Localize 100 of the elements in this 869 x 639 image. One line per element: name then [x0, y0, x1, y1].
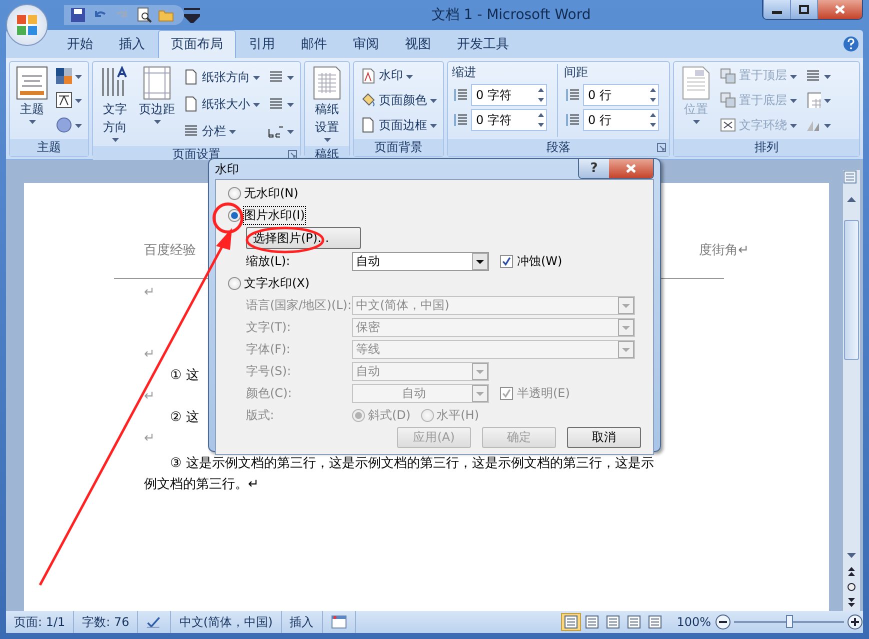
checkbox[interactable] [500, 254, 513, 268]
checkbox-label[interactable]: 冲蚀(W) [517, 252, 562, 270]
text-wrap-icon [720, 117, 736, 134]
group-label: 段落 [546, 139, 570, 156]
spinner-arrows-icon[interactable] [536, 111, 546, 129]
margins-icon [141, 66, 173, 100]
dialog-title: 水印 [215, 160, 239, 178]
ribbon-tab[interactable]: 开始 [54, 30, 106, 58]
save-icon[interactable] [70, 7, 86, 23]
print-preview-icon[interactable] [136, 7, 152, 23]
minimize-button[interactable] [763, 0, 790, 19]
ribbon-button[interactable]: 纸张方向 [181, 68, 262, 86]
zoom-in-icon[interactable] [847, 614, 863, 630]
grid-page-icon [311, 66, 343, 100]
dropdown-caret-icon [28, 120, 36, 124]
ribbon-button[interactable]: 稿纸设置 [309, 64, 345, 144]
radio-button[interactable]: 文字水印(X) [228, 274, 310, 292]
close-button[interactable] [817, 0, 862, 19]
field-label: 字体(F): [245, 340, 292, 358]
field-label: 字号(S): [245, 362, 292, 380]
zoom-out-icon[interactable] [715, 614, 731, 630]
radio-button[interactable]: 无水印(N) [228, 184, 298, 202]
ribbon-tab[interactable]: 开发工具 [444, 30, 522, 58]
field-label: 文字(T): [245, 318, 292, 336]
dialog-launcher-icon[interactable] [288, 150, 297, 159]
dropdown-caret-icon [287, 103, 294, 107]
office-button[interactable] [6, 4, 48, 46]
dropdown-caret-icon [406, 74, 413, 79]
ribbon-button[interactable]: 页面颜色 [358, 90, 439, 110]
dropdown-caret-icon [824, 99, 831, 104]
spinner-arrows-icon[interactable] [648, 111, 658, 129]
dropdown-caret-icon [790, 99, 797, 104]
ribbon-tab[interactable]: 邮件 [288, 30, 340, 58]
zoom-slider-thumb[interactable] [786, 615, 793, 628]
dropdown-caret-icon [692, 120, 700, 124]
dropdown-caret-icon [112, 138, 118, 142]
close-button[interactable] [609, 159, 653, 178]
view-button[interactable] [560, 613, 581, 631]
ribbon-button[interactable]: 文字方向 [97, 64, 133, 144]
spinner-field[interactable]: 0 字符 [471, 109, 547, 131]
reading-layout-icon [584, 615, 600, 629]
ribbon-button[interactable]: 页面边框 [358, 116, 439, 135]
spacing-icon [564, 87, 580, 103]
group-label: 排列 [754, 139, 778, 156]
print-layout-icon [562, 615, 579, 629]
dropdown-caret-icon [75, 74, 82, 79]
scrollbar-thumb[interactable] [844, 220, 859, 360]
dialog-launcher-icon[interactable] [657, 143, 666, 152]
dropdown-caret-icon [324, 138, 330, 142]
spinner-field[interactable]: 0 字符 [471, 84, 547, 106]
vertical-scrollbar[interactable] [843, 170, 860, 611]
zoom-level[interactable]: 100% [672, 615, 715, 629]
dropdown-field[interactable]: 自动 [352, 252, 489, 270]
group-label: 主题 [37, 139, 61, 156]
ribbon-tab[interactable]: 页面布局 [158, 30, 236, 58]
maximize-button[interactable] [790, 0, 817, 19]
dropdown-caret-icon [253, 103, 260, 107]
office-logo-icon [15, 13, 39, 37]
page-icon [680, 66, 712, 100]
dropdown-caret-icon [75, 99, 82, 104]
customize-caret-icon[interactable] [184, 7, 200, 23]
ribbon-tab[interactable]: 引用 [236, 30, 288, 58]
dropdown-caret-icon [253, 76, 260, 80]
dropdown-caret-icon [790, 124, 797, 128]
ribbon-button[interactable]: 水印 [358, 66, 439, 86]
status-text[interactable]: 插入 [282, 611, 323, 633]
ribbon-icon-button[interactable] [54, 66, 84, 85]
close-icon [835, 5, 845, 14]
spinner-field[interactable]: 0 行 [583, 84, 659, 106]
dropdown-caret-icon [287, 76, 294, 80]
spinner-arrows-icon[interactable] [536, 86, 546, 104]
ribbon-icon-button[interactable] [54, 91, 84, 110]
dialog-button[interactable]: 取消 [567, 427, 641, 448]
ribbon-button[interactable]: 分栏 [181, 122, 262, 140]
ribbon-button[interactable]: 主题 [14, 64, 50, 137]
group-label: 页面背景 [374, 139, 422, 156]
ribbon-tab[interactable]: 视图 [392, 30, 444, 58]
spinner-field[interactable]: 0 行 [583, 109, 659, 131]
window-title: 文档 1 - Microsoft Word [430, 6, 592, 24]
dropdown-caret-icon [75, 124, 82, 128]
header-text: 百度经验 [144, 242, 196, 260]
color-swatch-icon [56, 68, 72, 84]
ribbon-button[interactable]: 纸张大小 [181, 94, 262, 114]
status-text: 页面: 1/1 [6, 611, 74, 633]
radio-button[interactable]: 图片水印(I) [228, 206, 305, 224]
dropdown-caret-icon [287, 130, 294, 134]
ribbon-tab[interactable]: 审阅 [340, 30, 392, 58]
macro-record-icon[interactable] [330, 614, 347, 630]
ruler-toggle-icon[interactable] [843, 170, 857, 184]
paragraph-text: ② 这 [170, 410, 199, 425]
ribbon-tab[interactable]: 插入 [106, 30, 158, 58]
circle-icon [56, 117, 72, 134]
status-text[interactable]: 中文(简体，中国) [171, 611, 282, 633]
help-button[interactable]: ? [579, 159, 609, 178]
web-layout-icon [604, 615, 621, 629]
help-icon[interactable] [843, 36, 859, 52]
proofing-check-icon[interactable] [146, 614, 162, 630]
dropdown-caret-icon [824, 124, 831, 128]
spinner-arrows-icon[interactable] [648, 86, 658, 104]
ribbon-button[interactable]: 页边距 [137, 64, 177, 144]
